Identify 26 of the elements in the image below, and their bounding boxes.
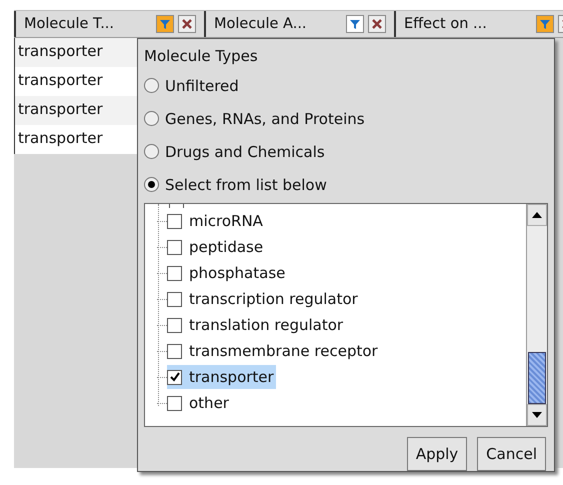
column-title: Effect on ... bbox=[404, 16, 488, 32]
table-cell: transporter bbox=[15, 96, 138, 125]
option-label: Genes, RNAs, and Proteins bbox=[165, 110, 365, 128]
list-item[interactable]: translation regulator bbox=[167, 313, 346, 337]
table-cell: transporter bbox=[15, 38, 138, 67]
list-item[interactable]: transmembrane receptor bbox=[167, 339, 380, 363]
apply-button[interactable]: Apply bbox=[406, 437, 468, 471]
list-item[interactable]: phosphatase bbox=[167, 261, 288, 285]
option-label: Unfiltered bbox=[165, 76, 239, 94]
table-cell: transporter bbox=[15, 125, 138, 154]
table-cell: transporter bbox=[15, 67, 138, 96]
radio-option[interactable]: Genes, RNAs, and Proteins bbox=[144, 102, 548, 135]
option-label: Drugs and Chemicals bbox=[165, 142, 325, 160]
list-item[interactable]: peptidase bbox=[167, 235, 266, 259]
list-item[interactable]: other bbox=[167, 391, 231, 415]
radio-option[interactable]: Unfiltered bbox=[144, 69, 548, 102]
radio-option[interactable]: Select from list below bbox=[144, 168, 548, 201]
list-item[interactable]: transporter bbox=[167, 365, 276, 389]
list-item[interactable]: transcription regulator bbox=[167, 287, 360, 311]
option-label: Select from list below bbox=[165, 176, 327, 194]
popup-title: Molecule Types bbox=[144, 46, 259, 67]
cancel-button[interactable]: Cancel bbox=[477, 437, 546, 471]
list-item[interactable]: microRNA bbox=[167, 209, 265, 233]
radio-option[interactable]: Drugs and Chemicals bbox=[144, 135, 548, 168]
column-title: Molecule A... bbox=[214, 16, 308, 32]
column-title: Molecule T... bbox=[24, 16, 116, 32]
